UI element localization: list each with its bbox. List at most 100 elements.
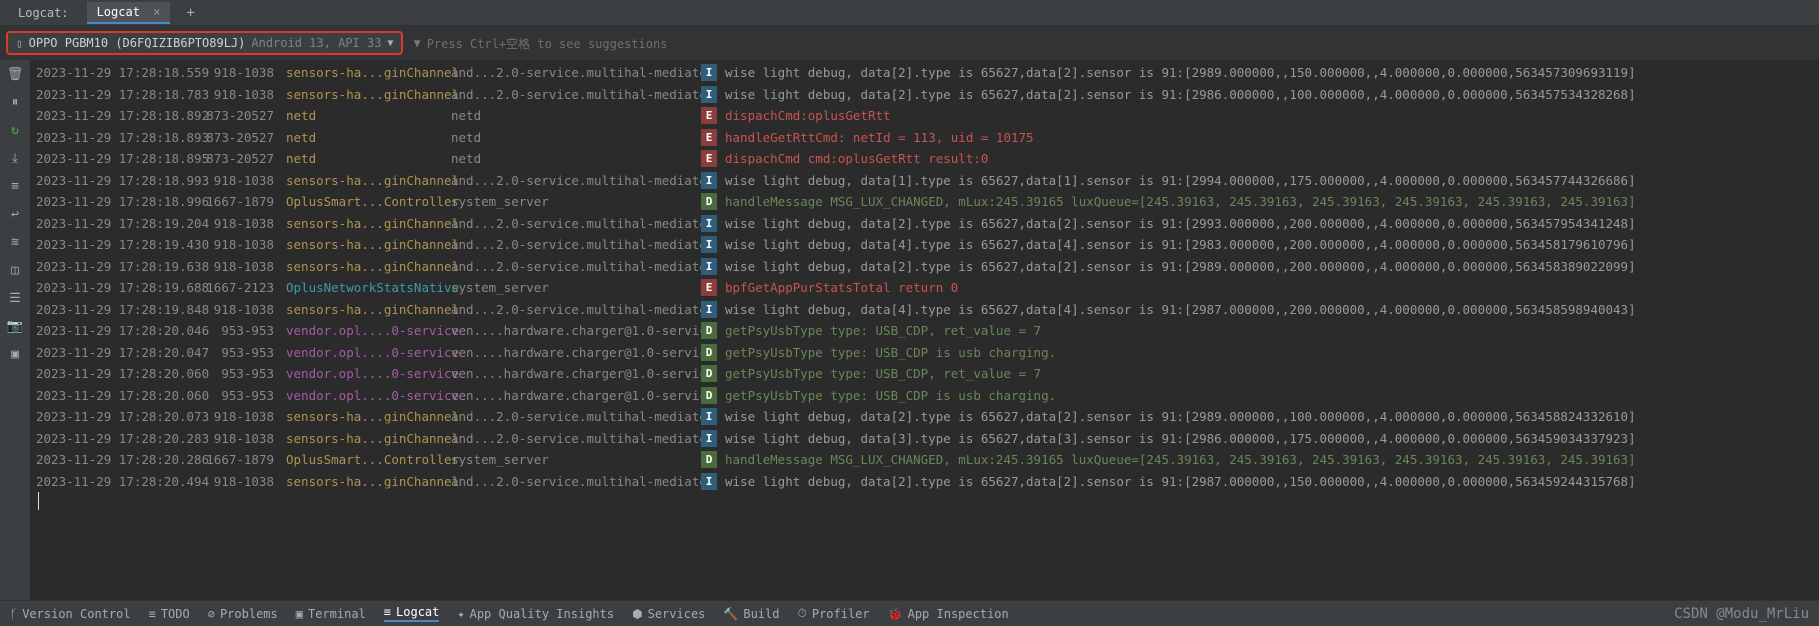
log-package: system_server (451, 194, 701, 209)
log-package: netd (451, 108, 701, 123)
log-tag: sensors-ha...ginChannel (286, 259, 451, 274)
tab-logcat-active[interactable]: Logcat × (87, 2, 171, 24)
toolbar: ▯ OPPO PGBM10 (D6FQIZIB6PTO89LJ) Android… (0, 26, 1819, 60)
log-level-badge: I (701, 301, 717, 318)
log-package: netd (451, 151, 701, 166)
log-row[interactable]: 2023-11-29 17:28:20.283918-1038sensors-h… (36, 428, 1813, 450)
log-row[interactable]: 2023-11-29 17:28:18.892873-20527netdnetd… (36, 105, 1813, 127)
log-tag: sensors-ha...ginChannel (286, 237, 451, 252)
log-package: and...2.0-service.multihal-mediatek (451, 65, 701, 80)
log-message: wise light debug, data[2].type is 65627,… (725, 474, 1813, 489)
log-tag: sensors-ha...ginChannel (286, 65, 451, 80)
log-package: and...2.0-service.multihal-mediatek (451, 409, 701, 424)
log-level-badge: D (701, 387, 717, 404)
settings-icon[interactable]: ☰ (7, 290, 23, 306)
device-selector[interactable]: ▯ OPPO PGBM10 (D6FQIZIB6PTO89LJ) Android… (6, 31, 403, 55)
log-pid: 918-1038 (206, 474, 286, 489)
split-icon[interactable]: ◫ (7, 262, 23, 278)
bottom-build[interactable]: 🔨Build (723, 607, 779, 621)
log-row[interactable]: 2023-11-29 17:28:19.204918-1038sensors-h… (36, 213, 1813, 235)
layout-icon[interactable]: ≋ (7, 234, 23, 250)
log-message: wise light debug, data[2].type is 65627,… (725, 409, 1813, 424)
filter-input-wrap[interactable]: ▼ Press Ctrl+空格 to see suggestions (413, 35, 1813, 52)
log-row[interactable]: 2023-11-29 17:28:19.848918-1038sensors-h… (36, 299, 1813, 321)
log-row[interactable]: 2023-11-29 17:28:20.047953-953vendor.opl… (36, 342, 1813, 364)
bottom-problems[interactable]: ⊘Problems (208, 607, 278, 621)
close-icon[interactable]: × (153, 5, 160, 19)
log-row[interactable]: 2023-11-29 17:28:20.060953-953vendor.opl… (36, 363, 1813, 385)
log-timestamp: 2023-11-29 17:28:18.892 (36, 108, 206, 123)
log-timestamp: 2023-11-29 17:28:19.848 (36, 302, 206, 317)
log-row[interactable]: 2023-11-29 17:28:19.6881667-2123OplusNet… (36, 277, 1813, 299)
log-row[interactable]: 2023-11-29 17:28:18.893873-20527netdnetd… (36, 127, 1813, 149)
watermark: CSDN @Modu_MrLiu (1674, 606, 1809, 622)
tab-logcat-label[interactable]: Logcat: (8, 3, 79, 23)
restart-icon[interactable]: ↻ (7, 122, 23, 138)
log-pid: 918-1038 (206, 409, 286, 424)
log-tag: OplusSmart...Controller (286, 194, 451, 209)
log-timestamp: 2023-11-29 17:28:20.060 (36, 388, 206, 403)
log-package: netd (451, 130, 701, 145)
bottom-app-inspection[interactable]: 🐞App Inspection (888, 607, 1009, 621)
terminal-icon: ▣ (296, 607, 303, 621)
log-row[interactable]: 2023-11-29 17:28:18.783918-1038sensors-h… (36, 84, 1813, 106)
log-row[interactable]: 2023-11-29 17:28:20.060953-953vendor.opl… (36, 385, 1813, 407)
log-list[interactable]: 2023-11-29 17:28:18.559918-1038sensors-h… (30, 60, 1819, 600)
log-timestamp: 2023-11-29 17:28:19.688 (36, 280, 206, 295)
log-tag: OplusSmart...Controller (286, 452, 451, 467)
pause-icon[interactable]: ⏸ (7, 94, 23, 110)
record-icon[interactable]: ▣ (7, 346, 23, 362)
log-pid: 1667-2123 (206, 280, 286, 295)
log-pid: 918-1038 (206, 431, 286, 446)
log-tag: sensors-ha...ginChannel (286, 409, 451, 424)
device-name: OPPO PGBM10 (D6FQIZIB6PTO89LJ) (29, 36, 246, 50)
log-row[interactable]: 2023-11-29 17:28:18.895873-20527netdnetd… (36, 148, 1813, 170)
log-row[interactable]: 2023-11-29 17:28:19.430918-1038sensors-h… (36, 234, 1813, 256)
chevron-down-icon: ▼ (387, 38, 393, 49)
log-timestamp: 2023-11-29 17:28:19.430 (36, 237, 206, 252)
log-row[interactable]: 2023-11-29 17:28:20.494918-1038sensors-h… (36, 471, 1813, 493)
log-pid: 953-953 (206, 345, 286, 360)
logcat-icon: ≡ (384, 605, 391, 619)
log-pid: 953-953 (206, 388, 286, 403)
log-level-badge: I (701, 64, 717, 81)
log-level-badge: I (701, 430, 717, 447)
log-timestamp: 2023-11-29 17:28:19.638 (36, 259, 206, 274)
log-row[interactable]: 2023-11-29 17:28:18.9961667-1879OplusSma… (36, 191, 1813, 213)
filter-icon: ▼ (413, 36, 420, 50)
bottom-profiler[interactable]: ⏱Profiler (797, 606, 869, 621)
add-tab-button[interactable]: + (178, 5, 202, 21)
bottom-terminal[interactable]: ▣Terminal (296, 607, 366, 621)
scroll-end-icon[interactable]: ⤓ (7, 150, 23, 166)
log-message: getPsyUsbType type: USB_CDP, ret_value =… (725, 323, 1813, 338)
log-level-badge: D (701, 365, 717, 382)
bottom-version-control[interactable]: ᚶVersion Control (10, 607, 131, 621)
log-message: bpfGetAppPurStatsTotal return 0 (725, 280, 1813, 295)
camera-icon[interactable]: 📷 (7, 318, 23, 334)
trash-icon[interactable]: 🗑 (7, 66, 23, 82)
log-tag: sensors-ha...ginChannel (286, 431, 451, 446)
log-row[interactable]: 2023-11-29 17:28:20.073918-1038sensors-h… (36, 406, 1813, 428)
wrap-icon[interactable]: ↩ (7, 206, 23, 222)
log-pid: 953-953 (206, 323, 286, 338)
log-pid: 1667-1879 (206, 452, 286, 467)
bottom-services[interactable]: ⬢Services (632, 607, 705, 621)
log-pid: 873-20527 (206, 151, 286, 166)
log-package: ven....hardware.charger@1.0-service (451, 388, 701, 403)
log-package: and...2.0-service.multihal-mediatek (451, 474, 701, 489)
log-pid: 953-953 (206, 366, 286, 381)
bottom-logcat[interactable]: ≡Logcat (384, 605, 440, 622)
bottom-todo[interactable]: ≡TODO (149, 607, 190, 621)
log-timestamp: 2023-11-29 17:28:20.047 (36, 345, 206, 360)
bottom-app-quality[interactable]: ✦App Quality Insights (457, 607, 614, 621)
log-package: ven....hardware.charger@1.0-service (451, 345, 701, 360)
log-row[interactable]: 2023-11-29 17:28:20.046953-953vendor.opl… (36, 320, 1813, 342)
log-tag: sensors-ha...ginChannel (286, 474, 451, 489)
log-row[interactable]: 2023-11-29 17:28:18.993918-1038sensors-h… (36, 170, 1813, 192)
log-row[interactable]: 2023-11-29 17:28:19.638918-1038sensors-h… (36, 256, 1813, 278)
log-row[interactable]: 2023-11-29 17:28:20.2861667-1879OplusSma… (36, 449, 1813, 471)
log-package: and...2.0-service.multihal-mediatek (451, 431, 701, 446)
prev-icon[interactable]: ≡ (7, 178, 23, 194)
log-row[interactable]: 2023-11-29 17:28:18.559918-1038sensors-h… (36, 62, 1813, 84)
log-message: wise light debug, data[1].type is 65627,… (725, 173, 1813, 188)
